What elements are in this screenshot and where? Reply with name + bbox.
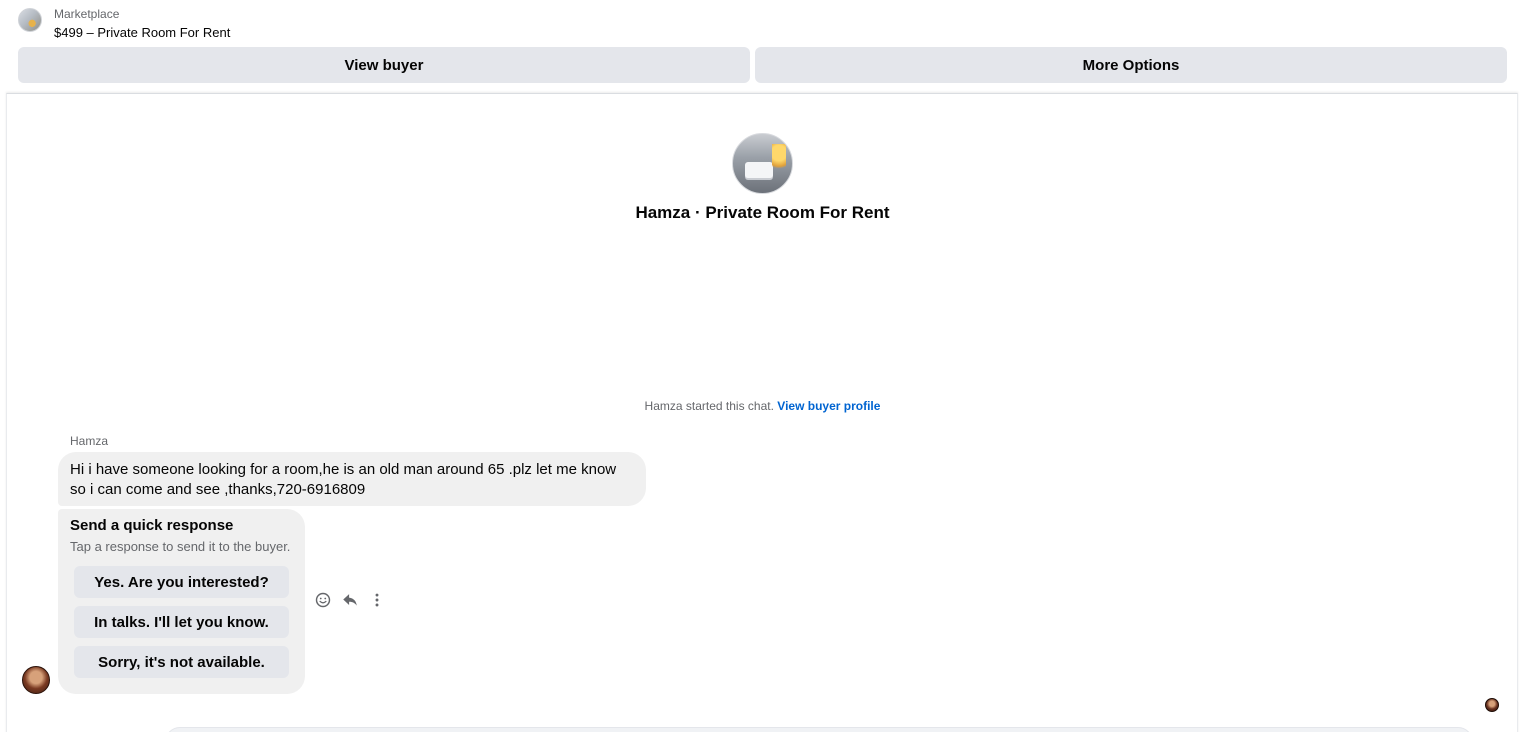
chat-started-notice: Hamza started this chat. View buyer prof…	[0, 399, 1525, 413]
smiley-icon[interactable]	[313, 590, 333, 610]
more-vertical-icon[interactable]	[367, 590, 387, 610]
reply-icon[interactable]	[340, 590, 360, 610]
more-options-button[interactable]: More Options	[755, 47, 1507, 83]
quick-response-subtitle: Tap a response to send it to the buyer.	[70, 539, 291, 554]
profile-avatar[interactable]	[732, 133, 793, 194]
listing-title[interactable]: $499 – Private Room For Rent	[54, 25, 230, 40]
sender-avatar[interactable]	[22, 666, 50, 694]
messenger-window: Marketplace $499 – Private Room For Rent…	[0, 0, 1531, 732]
view-buyer-profile-link[interactable]: View buyer profile	[777, 399, 880, 413]
view-buyer-button[interactable]: View buyer	[18, 47, 750, 83]
quick-response-not-available-button[interactable]: Sorry, it's not available.	[74, 646, 289, 678]
quick-response-in-talks-button[interactable]: In talks. I'll let you know.	[74, 606, 289, 638]
lamp-image-detail	[772, 144, 786, 174]
read-receipt-avatar	[1485, 698, 1499, 712]
listing-thumbnail[interactable]	[18, 8, 42, 32]
quick-response-title: Send a quick response	[70, 517, 234, 534]
message-composer[interactable]	[165, 727, 1473, 732]
sender-name: Hamza	[70, 434, 109, 448]
quick-response-yes-button[interactable]: Yes. Are you interested?	[74, 566, 289, 598]
header-subtitle: Marketplace	[54, 7, 120, 21]
bed-image-detail	[745, 162, 773, 178]
listing-header: Marketplace $499 – Private Room For Rent…	[0, 0, 1531, 94]
conversation-title: Hamza · Private Room For Rent	[635, 203, 890, 222]
chat-started-text: Hamza started this chat.	[644, 399, 774, 413]
message-actions	[313, 590, 394, 610]
message-bubble[interactable]: Hi i have someone looking for a room,he …	[58, 452, 646, 506]
quick-response-card: Send a quick response Tap a response to …	[58, 509, 305, 694]
